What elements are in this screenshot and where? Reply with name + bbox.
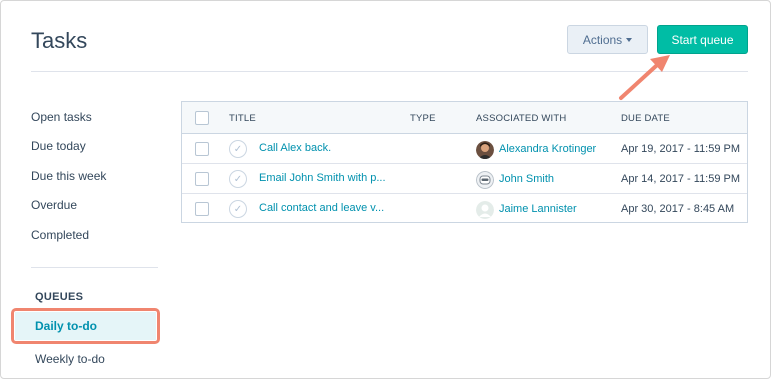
task-title-link[interactable]: Call contact and leave v... <box>259 202 384 214</box>
sidebar-item-overdue[interactable]: Overdue <box>31 198 77 212</box>
due-date: Apr 30, 2017 - 8:45 AM <box>621 203 735 215</box>
tasks-table: TITLE TYPE ASSOCIATED WITH DUE DATE ✓ Ca… <box>181 101 748 223</box>
select-all-checkbox[interactable] <box>195 111 209 125</box>
row-checkbox[interactable] <box>195 172 209 186</box>
checkmark-circle-icon[interactable]: ✓ <box>229 200 247 218</box>
highlight-box <box>11 308 160 344</box>
associated-contact-link[interactable]: Alexandra Krotinger <box>499 143 596 155</box>
table-header: TITLE TYPE ASSOCIATED WITH DUE DATE <box>182 102 747 134</box>
column-header-type[interactable]: TYPE <box>410 113 436 124</box>
due-date: Apr 19, 2017 - 11:59 PM <box>621 143 741 155</box>
column-header-associated[interactable]: ASSOCIATED WITH <box>476 113 566 124</box>
caret-down-icon <box>626 38 633 42</box>
column-header-due-date[interactable]: DUE DATE <box>621 113 670 124</box>
due-date: Apr 14, 2017 - 11:59 PM <box>621 173 741 185</box>
sidebar-item-due-today[interactable]: Due today <box>31 139 86 153</box>
table-row: ✓ Call contact and leave v... Jaime Lann… <box>182 194 747 224</box>
page-title: Tasks <box>31 28 88 53</box>
sidebar-item-due-this-week[interactable]: Due this week <box>31 169 106 183</box>
arrow-pointer-icon <box>619 55 670 100</box>
row-checkbox[interactable] <box>195 142 209 156</box>
sidebar-item-open-tasks[interactable]: Open tasks <box>31 110 92 124</box>
sidebar-item-completed[interactable]: Completed <box>31 228 89 242</box>
queue-item-weekly-to-do[interactable]: Weekly to-do <box>35 352 105 366</box>
start-queue-label: Start queue <box>671 32 734 47</box>
checkmark-circle-icon[interactable]: ✓ <box>229 170 247 188</box>
table-row: ✓ Call Alex back. Alexandra Krotinger Ap… <box>182 134 747 164</box>
table-row: ✓ Email John Smith with p... John Smith … <box>182 164 747 194</box>
avatar <box>476 171 494 189</box>
avatar <box>476 201 494 219</box>
checkmark-circle-icon[interactable]: ✓ <box>229 140 247 158</box>
avatar <box>476 141 494 159</box>
row-checkbox[interactable] <box>195 202 209 216</box>
task-title-link[interactable]: Email John Smith with p... <box>259 172 386 184</box>
sidebar-divider <box>31 267 158 268</box>
associated-contact-link[interactable]: Jaime Lannister <box>499 203 577 215</box>
actions-label: Actions <box>582 32 623 47</box>
task-title-link[interactable]: Call Alex back. <box>259 142 331 154</box>
associated-contact-link[interactable]: John Smith <box>499 173 554 185</box>
queues-heading: QUEUES <box>35 291 84 303</box>
column-header-title[interactable]: TITLE <box>229 113 256 124</box>
